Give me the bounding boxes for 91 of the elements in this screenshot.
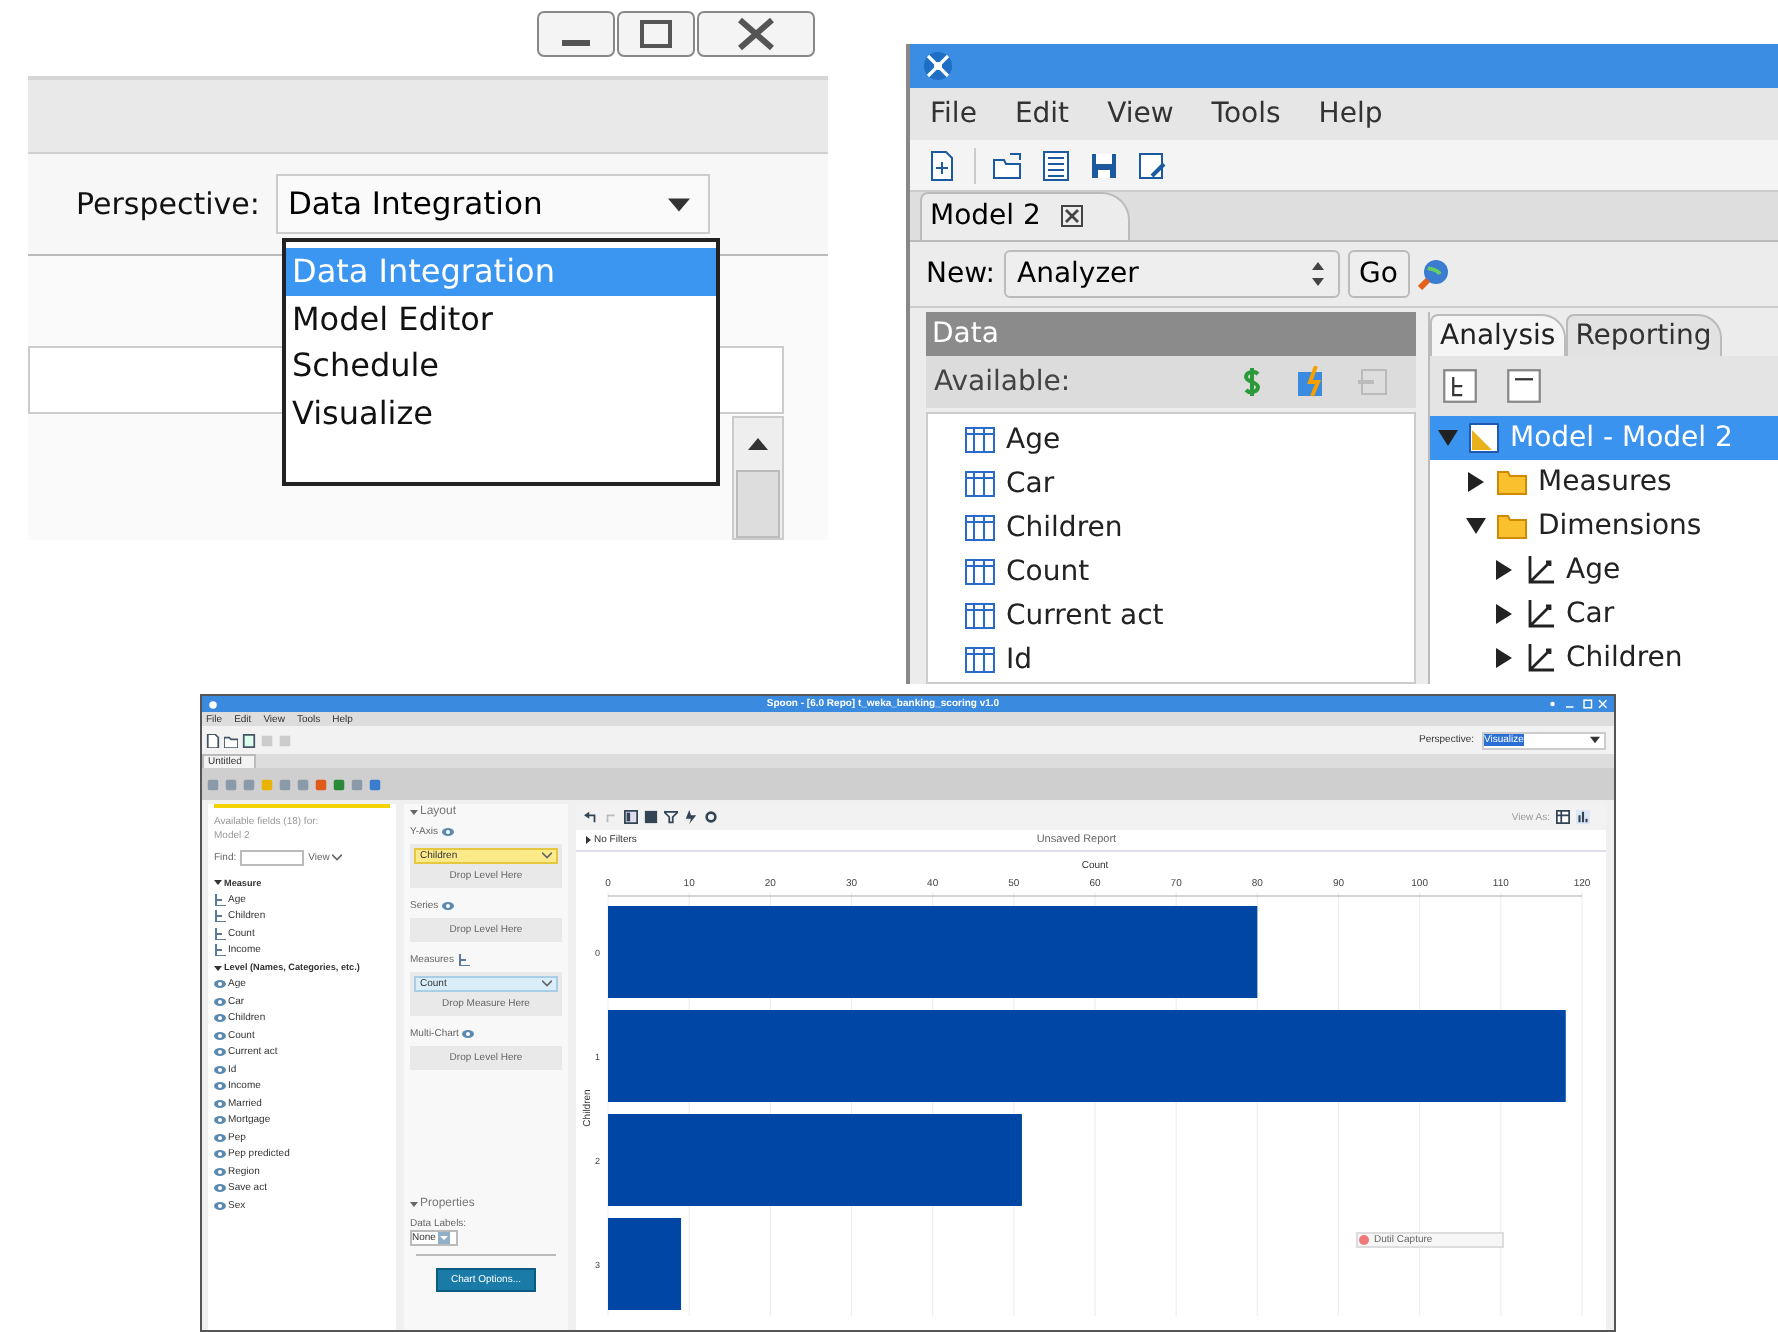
lightning-icon[interactable]: [684, 810, 698, 824]
menu-option[interactable]: Visualize: [286, 389, 716, 436]
eye-icon: [214, 1080, 226, 1093]
menu-item[interactable]: File: [930, 98, 977, 130]
scroll-up-arrow-icon[interactable]: [748, 438, 768, 450]
open-folder-icon[interactable]: [992, 149, 1024, 181]
eye-icon: [214, 1097, 226, 1110]
eye-icon: [214, 1148, 226, 1161]
eye-icon: [214, 1046, 226, 1059]
menu-item[interactable]: Edit: [1014, 98, 1070, 130]
folder-icon: [1496, 510, 1528, 542]
eye-icon: [214, 1114, 226, 1127]
open-folder-icon[interactable]: [224, 733, 238, 747]
caret-icon[interactable]: [1590, 736, 1600, 744]
type-spinner[interactable]: Analyzer: [1003, 250, 1339, 298]
spinner-arrows-icon[interactable]: [1309, 260, 1325, 288]
axes-icon: [1524, 554, 1556, 586]
new-file-icon[interactable]: [926, 149, 958, 181]
eye-icon: [214, 1012, 226, 1025]
settings-icon[interactable]: [704, 810, 718, 824]
eye-icon: [214, 1199, 226, 1212]
chevron-icon[interactable]: [331, 854, 342, 862]
eye-icon: [214, 1165, 226, 1178]
chart-view-icon[interactable]: [1576, 810, 1590, 824]
table-view-icon[interactable]: [1556, 810, 1570, 824]
eye-icon: [442, 826, 454, 838]
ruler-icon: [214, 910, 226, 923]
eye-icon: [214, 1029, 226, 1042]
find-field[interactable]: [240, 850, 305, 866]
perspective-label: Perspective:: [76, 186, 260, 222]
eye-icon: [214, 995, 226, 1008]
ruler-icon: [214, 893, 226, 906]
tree-icon[interactable]: [1442, 368, 1478, 404]
eye-icon: [214, 1131, 226, 1144]
tab[interactable]: Analysis: [1430, 314, 1566, 356]
field-item[interactable]: Car: [964, 462, 1414, 506]
folder-icon: [1496, 466, 1528, 498]
collapsed-triangle-icon[interactable]: [1494, 560, 1514, 580]
collapsed-triangle-icon[interactable]: [1466, 472, 1486, 492]
new-file-icon[interactable]: [206, 733, 220, 747]
ruler-icon: [214, 944, 226, 957]
menu-item[interactable]: View: [1107, 98, 1174, 130]
capture-icon: [1358, 1234, 1370, 1246]
tab[interactable]: Reporting: [1565, 314, 1722, 356]
field-item[interactable]: Children: [964, 506, 1414, 550]
window-icon[interactable]: [1506, 368, 1542, 404]
model-icon: [1468, 422, 1500, 454]
chevron-icon[interactable]: [542, 852, 552, 860]
tree-item[interactable]: Children: [1430, 636, 1778, 680]
expanded-triangle-icon[interactable]: [214, 963, 222, 972]
close-icon[interactable]: [1060, 203, 1085, 227]
collapsed-triangle-icon[interactable]: [1494, 604, 1514, 624]
menu-item[interactable]: Help: [1318, 98, 1383, 130]
collapsed-triangle-icon[interactable]: [1494, 648, 1514, 668]
grid-icon[interactable]: [644, 810, 658, 824]
go-button[interactable]: Go: [1347, 250, 1410, 298]
eye-icon: [214, 1182, 226, 1195]
field-item[interactable]: Count: [964, 550, 1414, 594]
document-tab[interactable]: Model 2: [920, 192, 1131, 240]
panel-icon[interactable]: [624, 810, 638, 824]
eye-icon: [462, 1028, 475, 1040]
axes-icon: [1524, 598, 1556, 630]
tree-item[interactable]: Car: [1430, 592, 1778, 636]
expanded-triangle-icon[interactable]: [214, 878, 222, 887]
tree-item[interactable]: Age: [1430, 548, 1778, 592]
ruler-icon: [457, 954, 470, 966]
perspective-dropdown[interactable]: Data Integration: [275, 174, 710, 234]
tree-item[interactable]: Dimensions: [1430, 504, 1778, 548]
field-item[interactable]: Age: [964, 418, 1414, 462]
eye-icon: [214, 978, 226, 991]
chevron-icon[interactable]: [542, 980, 552, 988]
restore-icon[interactable]: [616, 10, 696, 58]
eye-icon: [214, 1063, 226, 1076]
window-controls-icon[interactable]: [1548, 698, 1608, 710]
collapsed-triangle-icon[interactable]: [584, 836, 592, 844]
caret-icon[interactable]: [667, 197, 690, 211]
menu-option[interactable]: Model Editor: [286, 295, 716, 342]
close-icon[interactable]: [696, 10, 816, 58]
expanded-triangle-icon[interactable]: [1466, 516, 1486, 536]
tree-item[interactable]: Measures: [1430, 460, 1778, 504]
ruler-icon: [214, 927, 226, 940]
data-header: Data: [926, 312, 1416, 356]
eye-icon: [442, 900, 455, 912]
scrollbar[interactable]: [732, 416, 784, 540]
minimize-icon[interactable]: [536, 10, 616, 58]
axes-icon: [1524, 642, 1556, 674]
new-label: New:: [926, 258, 995, 290]
field-item[interactable]: Current act: [964, 594, 1414, 638]
menu-item[interactable]: Tools: [1211, 98, 1281, 130]
field-item[interactable]: Id: [964, 638, 1414, 682]
available-label: Available:: [934, 366, 1071, 398]
